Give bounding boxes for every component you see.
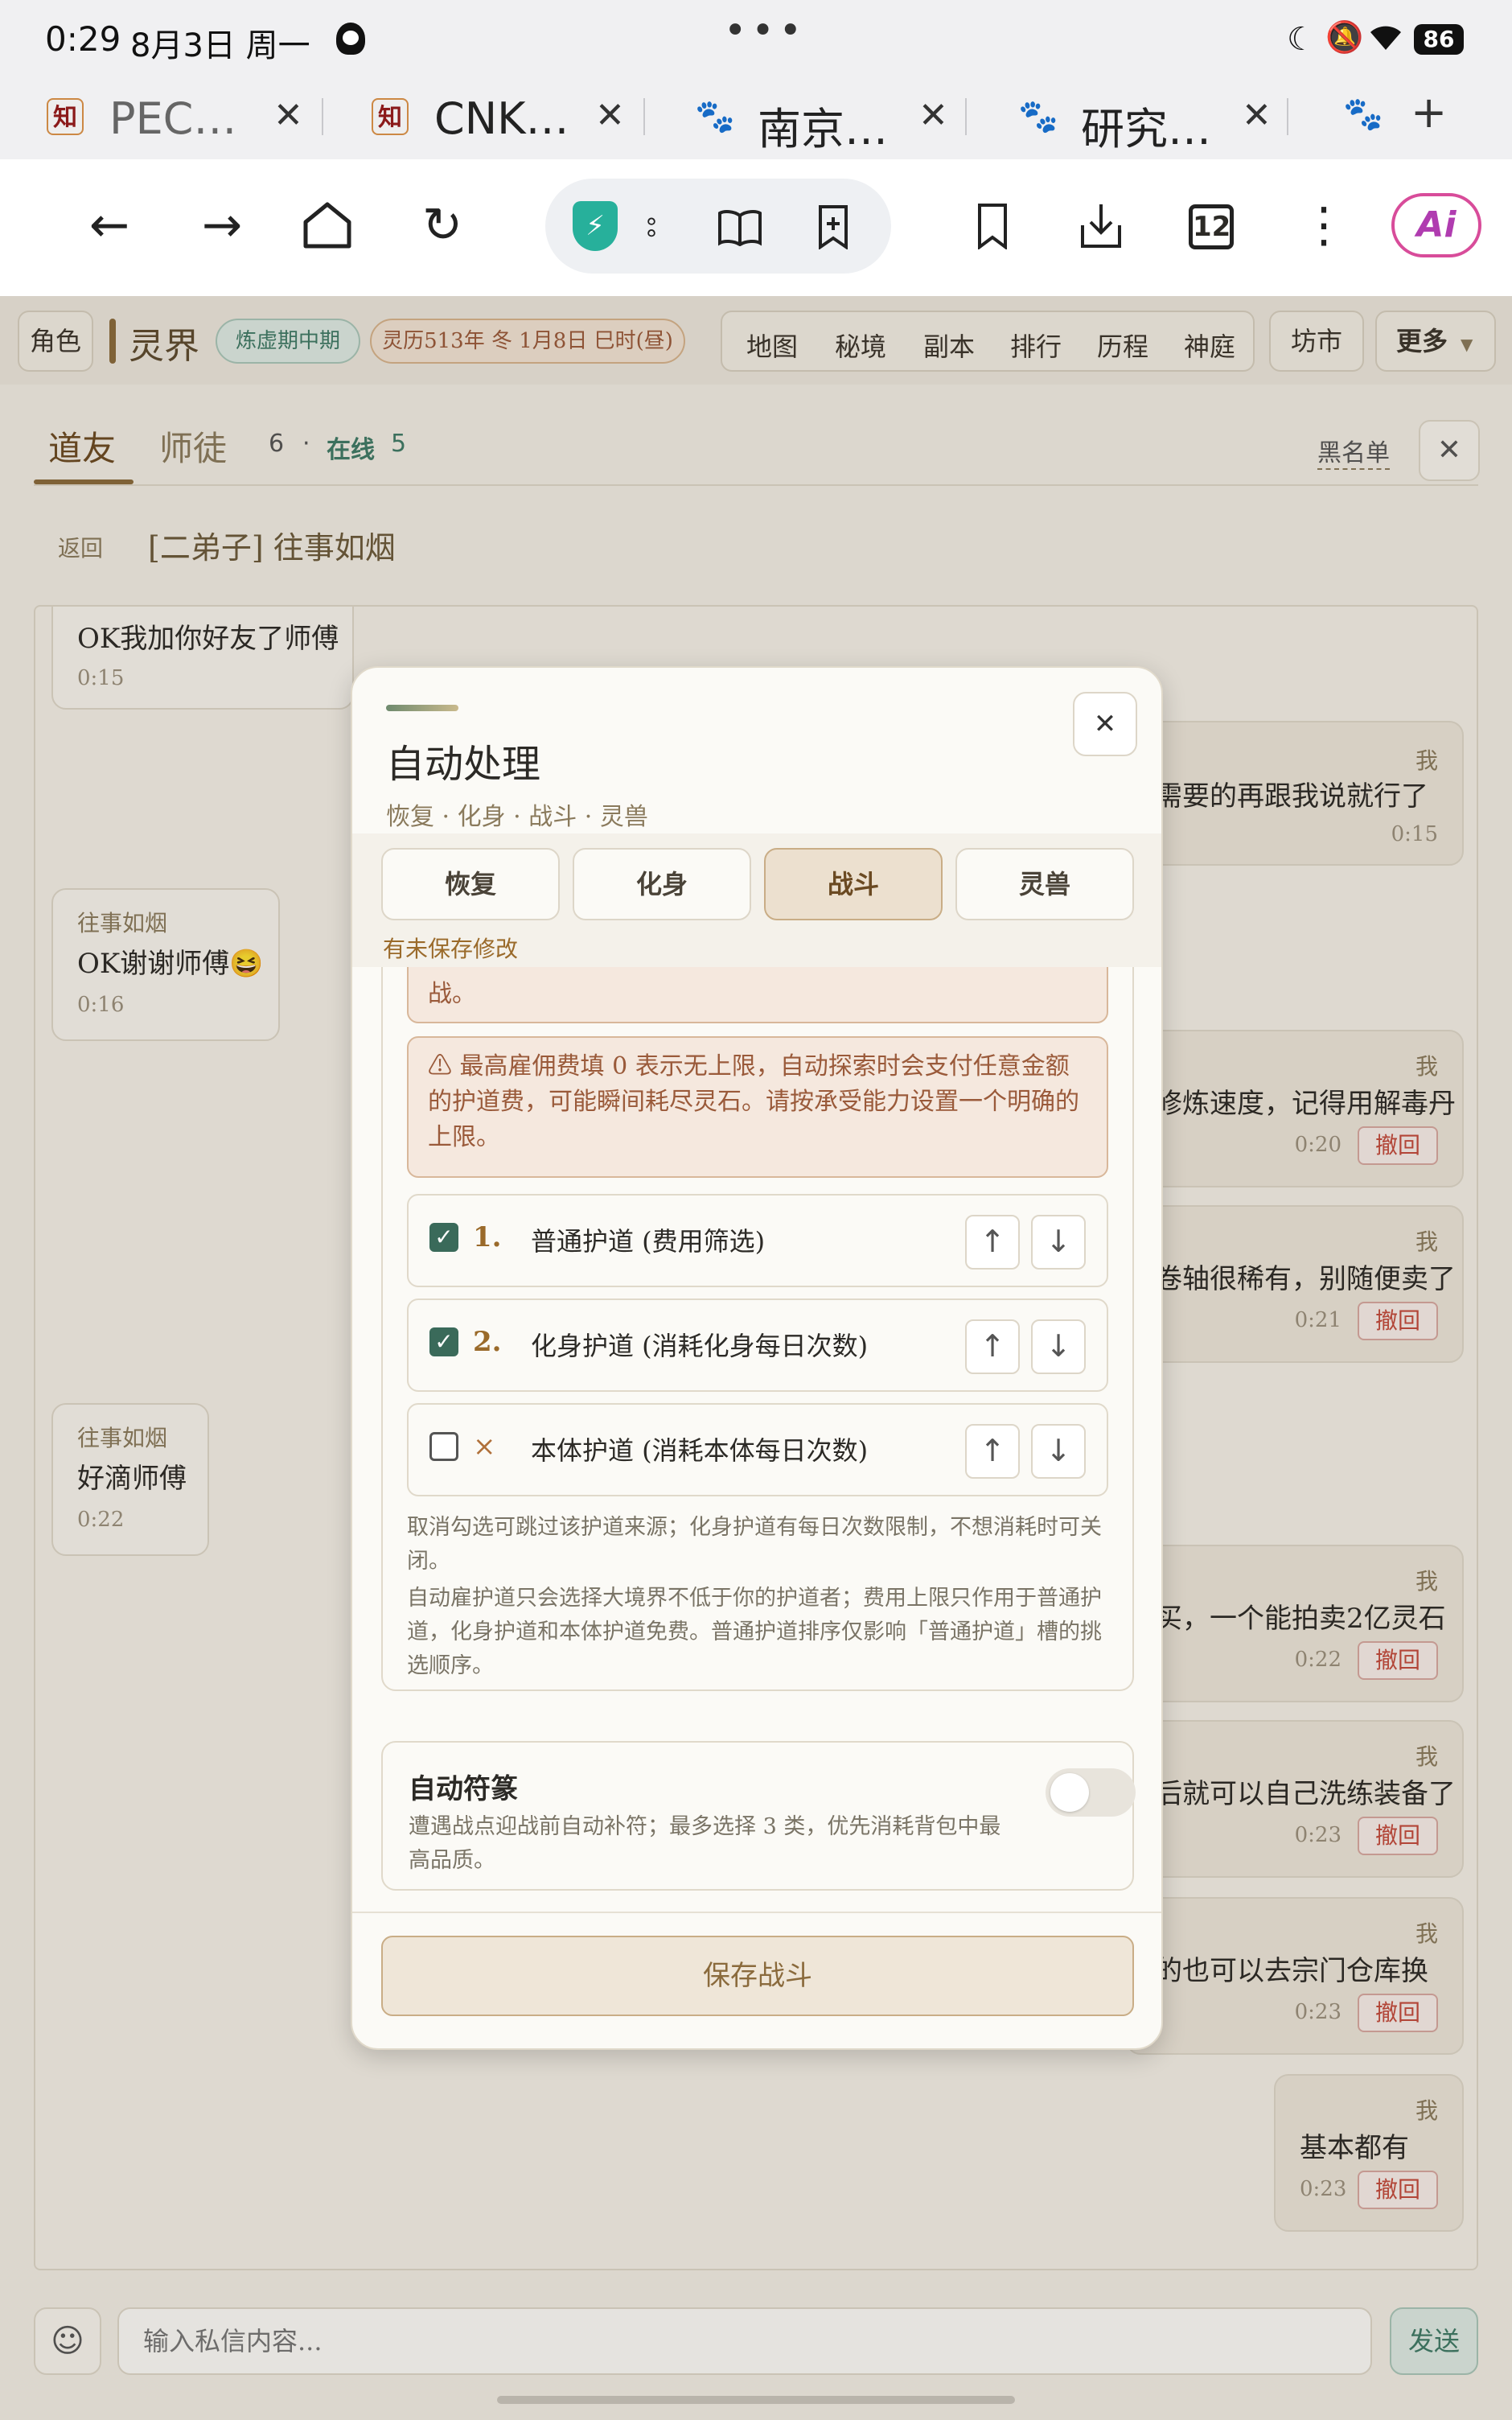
guard-label: 本体护道 (消耗本体每日次数): [531, 1435, 869, 1466]
auto-talisman-title: 自动符篆: [409, 1773, 518, 1805]
modal-close-icon[interactable]: ✕: [1073, 692, 1137, 756]
tab-avatar[interactable]: 化身: [573, 848, 751, 920]
tab-spirit-beast[interactable]: 灵兽: [955, 848, 1134, 920]
guard-row[interactable]: ✓ 2. 化身护道 (消耗化身每日次数) ↑ ↓: [407, 1298, 1108, 1392]
browser-tab-title: CNK…: [434, 93, 569, 144]
browser-tab-title: PEC…: [109, 93, 237, 144]
bookmark-icon[interactable]: [975, 203, 1010, 249]
battery-icon: 86: [1414, 24, 1464, 55]
status-time: 0:29: [45, 19, 121, 59]
warning-box: 战。: [407, 967, 1108, 1023]
guard-note-1: 取消勾选可跳过该护道来源；化身护道有每日次数限制，不想消耗时可关闭。: [407, 1515, 1102, 1574]
back-icon[interactable]: ←: [77, 193, 142, 257]
guard-row[interactable]: ✓ 1. 普通护道 (费用筛选) ↑ ↓: [407, 1194, 1108, 1287]
download-icon[interactable]: [1079, 201, 1123, 249]
modal-tabs: 恢复 化身 战斗 灵兽 有未保存修改: [352, 833, 1161, 967]
browser-tab[interactable]: 知 CNK… ✕: [322, 80, 645, 153]
move-down-icon[interactable]: ↓: [1031, 1215, 1086, 1270]
zhihu-favicon-icon: 知: [47, 98, 84, 135]
guard-checkbox[interactable]: ✓: [429, 1327, 458, 1356]
modal-title: 自动处理: [386, 742, 541, 787]
browser-toolbar: ← → ↻ ⚡ ⦂ 12 ⋮ Ai: [0, 159, 1512, 296]
save-battle-button[interactable]: 保存战斗: [381, 1936, 1134, 2016]
guard-order: 2.: [473, 1326, 502, 1358]
guard-label: 化身护道 (消耗化身每日次数): [531, 1331, 869, 1361]
modal-scroll-body[interactable]: 战。 ⚠ 最高雇佣费填 0 表示无上限，自动探索时会支付任意金额的护道费，可能瞬…: [352, 967, 1161, 1775]
auto-talisman-desc: 遭遇战点迎战前自动补符；最多选择 3 类，优先消耗背包中最高品质。: [409, 1814, 1001, 1873]
paw-favicon-icon: 🐾: [695, 98, 735, 135]
paw-favicon-icon[interactable]: 🐾: [1343, 95, 1383, 133]
move-up-icon[interactable]: ↑: [965, 1215, 1020, 1270]
menu-kebab-icon[interactable]: ⋮: [1292, 193, 1356, 257]
wifi-icon: [1370, 26, 1401, 50]
refresh-icon[interactable]: ↻: [410, 193, 475, 257]
close-tab-icon[interactable]: ✕: [273, 95, 303, 136]
close-tab-icon[interactable]: ✕: [1242, 95, 1272, 136]
muted-bell-icon: 🔕: [1325, 19, 1364, 55]
footer-divider: [352, 1912, 1161, 1913]
browser-tab-title: 研究…: [1081, 104, 1211, 154]
tab-count[interactable]: 12: [1189, 204, 1234, 249]
browser-tab-bar: 知 PEC… ✕ 知 CNK… ✕ 🐾 南京… ✕ 🐾 研究… ✕: [0, 80, 1512, 159]
guard-disabled-mark: ×: [473, 1430, 496, 1463]
auto-talisman-card: 自动符篆 遭遇战点迎战前自动补符；最多选择 3 类，优先消耗背包中最高品质。: [381, 1741, 1136, 1891]
close-tab-icon[interactable]: ✕: [918, 95, 948, 136]
move-down-icon[interactable]: ↓: [1031, 1319, 1086, 1374]
moon-icon: ☾: [1287, 21, 1316, 58]
browser-tab[interactable]: 知 PEC… ✕: [0, 80, 323, 153]
guard-label: 普通护道 (费用筛选): [531, 1226, 766, 1257]
browser-tab[interactable]: 🐾 南京… ✕: [643, 80, 967, 154]
forward-icon[interactable]: →: [190, 193, 254, 257]
add-bookmark-icon[interactable]: [816, 204, 851, 249]
close-tab-icon[interactable]: ✕: [595, 95, 625, 136]
more-dots-icon[interactable]: •••: [724, 8, 807, 53]
title-accent-bar: [386, 705, 458, 711]
tab-recovery[interactable]: 恢复: [381, 848, 560, 920]
guard-checkbox[interactable]: ✓: [429, 1223, 458, 1252]
auto-talisman-toggle[interactable]: [1046, 1768, 1136, 1817]
page-indicator-icon: ⦂: [647, 207, 656, 244]
status-date: 8月3日 周一: [130, 27, 310, 64]
guard-row[interactable]: × 本体护道 (消耗本体每日次数) ↑ ↓: [407, 1403, 1108, 1496]
move-down-icon[interactable]: ↓: [1031, 1424, 1086, 1479]
guard-checkbox[interactable]: [429, 1432, 458, 1461]
browser-tab[interactable]: 🐾 研究… ✕: [965, 80, 1288, 154]
move-up-icon[interactable]: ↑: [965, 1319, 1020, 1374]
tab-divider: [1287, 98, 1288, 135]
home-icon[interactable]: [299, 200, 355, 249]
guard-order: 1.: [473, 1221, 502, 1253]
paw-favicon-icon: 🐾: [1018, 98, 1058, 135]
reader-icon[interactable]: [717, 209, 762, 246]
status-bar: 0:29 8月3日 周一 ••• ☾ 🔕 86: [0, 0, 1512, 80]
auto-handle-modal: 自动处理 恢复 · 化身 · 战斗 · 灵兽 ✕ 恢复 化身 战斗 灵兽 有未保…: [351, 666, 1163, 2050]
tab-battle[interactable]: 战斗: [764, 848, 943, 920]
cnki-favicon-icon: 知: [372, 98, 409, 135]
qq-icon: [336, 23, 365, 55]
unsaved-notice: 有未保存修改: [383, 936, 519, 962]
modal-subtitle: 恢复 · 化身 · 战斗 · 灵兽: [386, 803, 648, 831]
move-up-icon[interactable]: ↑: [965, 1424, 1020, 1479]
zero-cap-warning: ⚠ 最高雇佣费填 0 表示无上限，自动探索时会支付任意金额的护道费，可能瞬间耗尽…: [407, 1036, 1108, 1178]
ai-button[interactable]: Ai: [1391, 193, 1481, 257]
browser-tab-title: 南京…: [758, 104, 888, 154]
shield-icon[interactable]: ⚡: [573, 201, 618, 251]
home-indicator[interactable]: [497, 2396, 1015, 2404]
warning-tail-text: 战。: [428, 980, 476, 1008]
guard-note-2: 自动雇护道只会选择大境界不低于你的护道者；费用上限只作用于普通护道，化身护道和本…: [407, 1586, 1102, 1678]
new-tab-icon[interactable]: +: [1411, 87, 1447, 138]
